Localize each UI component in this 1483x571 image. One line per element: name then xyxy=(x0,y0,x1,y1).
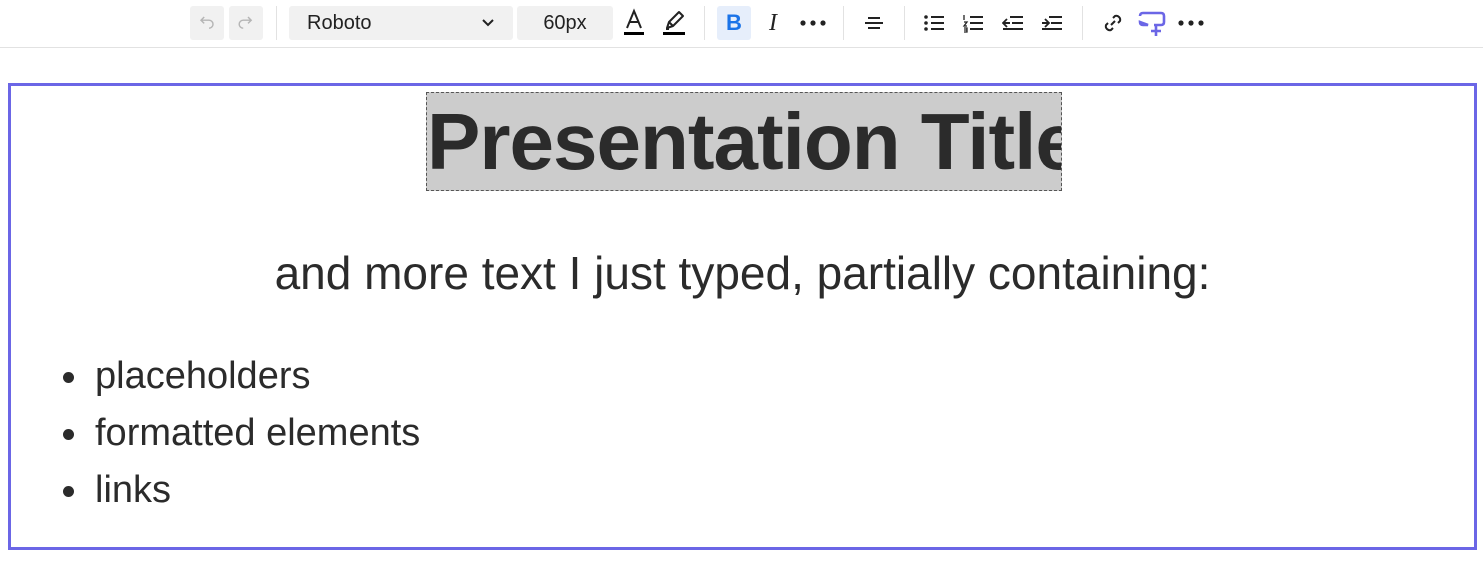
more-icon xyxy=(800,20,826,26)
bullet-icon xyxy=(63,372,74,383)
align-center-button[interactable] xyxy=(857,6,891,40)
toolbar-divider xyxy=(904,6,905,40)
font-size-value: 60px xyxy=(543,11,587,34)
more-icon xyxy=(1178,20,1204,26)
list-item[interactable]: links xyxy=(57,462,420,519)
list-item-text: placeholders xyxy=(95,355,311,397)
more-options-button[interactable] xyxy=(1174,6,1208,40)
outdent-icon xyxy=(1002,16,1023,30)
redo-button[interactable] xyxy=(229,6,263,40)
undo-icon xyxy=(199,16,214,29)
font-color-button[interactable] xyxy=(617,6,651,40)
highlight-icon xyxy=(663,11,685,35)
numbered-list-button[interactable] xyxy=(956,6,990,40)
toolbar-divider xyxy=(276,6,277,40)
slide-editor[interactable]: Presentation Title and more text I just … xyxy=(8,83,1477,550)
list-item-text: formatted elements xyxy=(95,412,421,454)
add-comment-icon xyxy=(1138,11,1166,36)
align-center-icon xyxy=(865,17,883,29)
toolbar-divider xyxy=(704,6,705,40)
font-family-value: Roboto xyxy=(307,11,372,34)
chevron-down-icon xyxy=(482,19,494,27)
list-item-text: links xyxy=(95,469,172,511)
link-button[interactable] xyxy=(1096,6,1130,40)
redo-icon xyxy=(238,16,253,29)
slide-subtitle[interactable]: and more text I just typed, partially co… xyxy=(11,246,1474,300)
indent-icon xyxy=(1042,16,1062,30)
slide-title[interactable]: Presentation Title xyxy=(426,92,1062,191)
italic-icon: I xyxy=(769,9,777,36)
highlight-button[interactable] xyxy=(657,6,691,40)
list-item[interactable]: formatted elements xyxy=(57,405,420,462)
bulleted-list-button[interactable] xyxy=(917,6,951,40)
italic-button[interactable]: I xyxy=(756,6,790,40)
font-color-icon xyxy=(624,8,644,35)
list-item[interactable]: placeholders xyxy=(57,348,420,405)
outdent-button[interactable] xyxy=(996,6,1030,40)
toolbar-divider xyxy=(843,6,844,40)
undo-button[interactable] xyxy=(190,6,224,40)
formatting-toolbar: Roboto 60px B I xyxy=(0,0,1483,48)
bold-button[interactable]: B xyxy=(717,6,751,40)
more-formatting-button[interactable] xyxy=(796,6,830,40)
font-family-select[interactable]: Roboto xyxy=(289,6,513,40)
bullet-icon xyxy=(63,429,74,440)
font-size-input[interactable]: 60px xyxy=(517,6,613,40)
bold-icon: B xyxy=(726,10,742,35)
toolbar-divider xyxy=(1082,6,1083,40)
add-comment-button[interactable] xyxy=(1135,6,1169,40)
numbered-list-icon xyxy=(962,15,983,33)
link-icon xyxy=(1104,14,1122,32)
bulleted-list-icon xyxy=(924,15,944,31)
bullet-icon xyxy=(63,486,74,497)
bullet-list: placeholders formatted elements links xyxy=(57,348,420,519)
indent-button[interactable] xyxy=(1035,6,1069,40)
